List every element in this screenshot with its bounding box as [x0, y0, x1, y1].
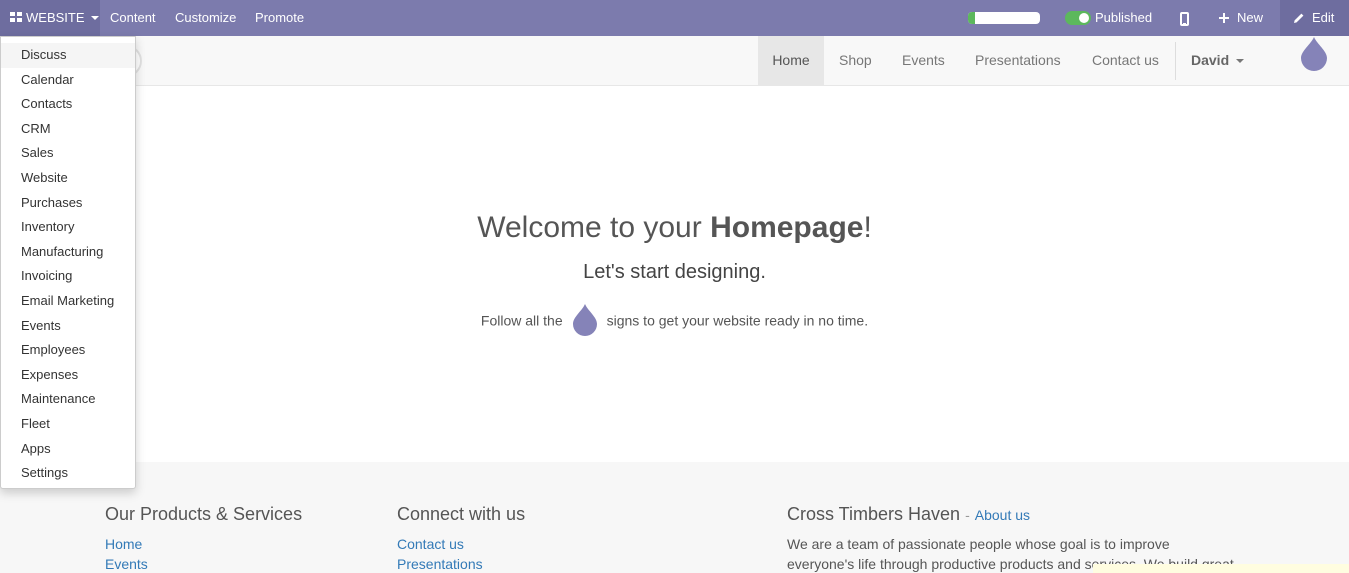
apps-menu-item-calendar[interactable]: Calendar [1, 68, 135, 93]
content-menu[interactable]: Content [110, 0, 156, 36]
footer-link-home[interactable]: Home [105, 536, 142, 552]
pencil-icon[interactable] [1293, 12, 1305, 24]
hero-title: Welcome to your Homepage! [0, 211, 1349, 245]
nav-divider [1175, 42, 1176, 80]
apps-menu-item-website[interactable]: Website [1, 166, 135, 191]
edit-button[interactable]: Edit [1312, 0, 1334, 36]
customize-menu[interactable]: Customize [175, 0, 236, 36]
apps-menu-item-crm[interactable]: CRM [1, 117, 135, 142]
plus-icon[interactable] [1219, 13, 1229, 23]
heading-separator: - [965, 507, 970, 523]
apps-menu-item-events[interactable]: Events [1, 314, 135, 339]
apps-menu-item-contacts[interactable]: Contacts [1, 92, 135, 117]
hero-hint-text: Follow all the signs to get your website … [0, 303, 1349, 339]
hero-hint-before: Follow all the [480, 312, 563, 329]
footer-connect-heading: Connect with us [397, 504, 526, 524]
apps-menu-item-invoicing[interactable]: Invoicing [1, 264, 135, 289]
nav-shop[interactable]: Shop [839, 36, 872, 85]
apps-menu-item-inventory[interactable]: Inventory [1, 215, 135, 240]
website-admin-bar: WEBSITE Content Customize Promote Publis… [0, 0, 1349, 36]
website-progress-bar[interactable] [968, 12, 1040, 24]
new-button[interactable]: New [1237, 0, 1263, 36]
droplet-icon[interactable] [1298, 36, 1330, 72]
footer-link-presentations[interactable]: Presentations [397, 556, 483, 572]
company-name: Cross Timbers Haven [787, 504, 961, 524]
notification-edge [1093, 564, 1349, 573]
user-name: David [1191, 52, 1230, 68]
apps-menu-item-employees[interactable]: Employees [1, 338, 135, 363]
apps-menu-button[interactable]: WEBSITE [0, 0, 100, 36]
footer-about-us-link[interactable]: About us [975, 507, 1030, 523]
hero-subtitle: Let's start designing. [583, 261, 766, 283]
apps-menu-item-manufacturing[interactable]: Manufacturing [1, 240, 135, 265]
apps-dropdown-menu: Discuss Calendar Contacts CRM Sales Website Pu… [0, 36, 136, 489]
apps-menu-item-apps[interactable]: Apps [1, 437, 135, 462]
hero-hint-after: signs to get your website ready in no ti… [606, 312, 869, 329]
apps-menu-item-purchases[interactable]: Purchases [1, 191, 135, 216]
hero-title-bold: Homepage [710, 211, 864, 244]
droplet-icon[interactable] [570, 303, 600, 337]
apps-menu-item-discuss[interactable]: Discuss [1, 43, 135, 68]
footer-company-text-1: We are a team of passionate people whose… [787, 536, 1170, 552]
footer-link-contact-us[interactable]: Contact us [397, 536, 464, 552]
apps-grid-icon [10, 12, 22, 23]
footer-products-heading: Our Products & Services [105, 504, 303, 524]
published-label[interactable]: Published [1095, 0, 1152, 36]
mobile-phone-icon[interactable] [1180, 12, 1189, 26]
nav-events[interactable]: Events [902, 36, 945, 85]
apps-menu-item-fleet[interactable]: Fleet [1, 412, 135, 437]
caret-down-icon [90, 16, 99, 20]
hero-title-suffix: ! [863, 211, 872, 244]
site-navbar: Home Shop Events Presentations Contact u… [0, 36, 1349, 86]
published-toggle[interactable] [1065, 11, 1091, 25]
apps-menu-item-maintenance[interactable]: Maintenance [1, 387, 135, 412]
promote-menu[interactable]: Promote [255, 0, 304, 36]
user-menu[interactable]: David [1191, 36, 1245, 85]
apps-menu-item-settings[interactable]: Settings [1, 461, 135, 486]
hero-title-prefix: Welcome to your [477, 211, 711, 244]
footer-company-heading: Cross Timbers Haven - About us [787, 504, 1030, 525]
apps-menu-item-email-marketing[interactable]: Email Marketing [1, 289, 135, 314]
footer-link-events[interactable]: Events [105, 556, 148, 572]
apps-menu-item-sales[interactable]: Sales [1, 141, 135, 166]
apps-menu-item-expenses[interactable]: Expenses [1, 363, 135, 388]
nav-contact-us[interactable]: Contact us [1092, 36, 1159, 85]
progress-fill [968, 12, 976, 24]
nav-home[interactable]: Home [758, 36, 824, 85]
apps-menu-label: WEBSITE [26, 10, 85, 25]
nav-presentations[interactable]: Presentations [975, 36, 1061, 85]
caret-down-icon [1236, 59, 1245, 63]
